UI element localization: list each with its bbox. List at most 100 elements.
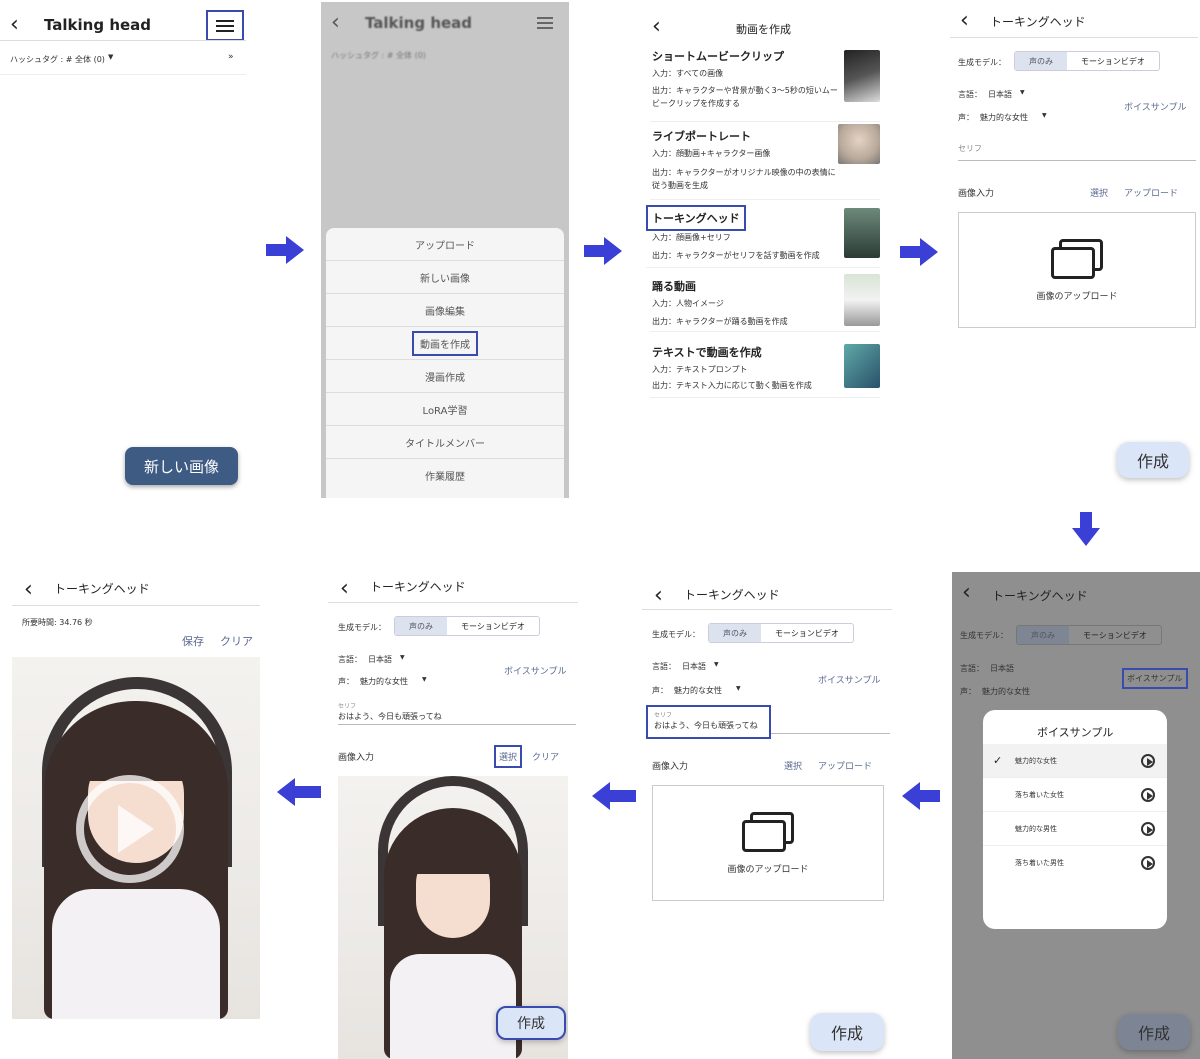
model-segmented-control: 声のみ モーションビデオ <box>1016 625 1162 645</box>
result-video[interactable] <box>12 657 260 1019</box>
menu-item-image-edit[interactable]: 画像編集 <box>326 294 564 327</box>
image-upload-area[interactable]: 画像のアップロード <box>652 785 884 901</box>
item-output: 出力：キャラクターや背景が動く3〜5秒の短いムービークリップを作成する <box>652 86 838 108</box>
voice-sample-link[interactable]: ボイスサンプル <box>818 673 880 686</box>
menu-item-upload[interactable]: アップロード <box>326 228 564 261</box>
screen-image-selected: ‹ トーキングヘッド 生成モデル： 声のみ モーションビデオ 言語： 日本語 ▼… <box>328 570 578 1059</box>
dialog-title: ボイスサンプル <box>1037 726 1114 739</box>
menu-button[interactable] <box>206 10 244 41</box>
hamburger-icon[interactable] <box>537 16 553 29</box>
model-option-voice[interactable]: 声のみ <box>395 617 447 635</box>
play-icon[interactable] <box>76 775 184 883</box>
model-segmented-control[interactable]: 声のみ モーションビデオ <box>708 623 854 643</box>
item-input: 入力：顔動画+キャラクター画像 <box>652 149 771 158</box>
voice-select[interactable]: 魅力的な女性 <box>360 676 408 687</box>
menu-item-history[interactable]: 作業履歴 <box>326 459 564 492</box>
menu-item-lora[interactable]: LoRA学習 <box>326 393 564 426</box>
model-option-motion[interactable]: モーションビデオ <box>761 624 853 642</box>
model-label: 生成モデル： <box>338 623 386 632</box>
divider <box>0 40 246 41</box>
play-icon[interactable] <box>1141 787 1155 802</box>
page-title: Talking head <box>365 14 473 32</box>
serif-field[interactable]: セリフ おはよう、今日も頑張ってね <box>646 705 771 739</box>
model-option-voice[interactable]: 声のみ <box>709 624 761 642</box>
voice-sample-link[interactable]: ボイスサンプル <box>504 664 566 677</box>
list-item[interactable]: ライブポートレート 入力：顔動画+キャラクター画像 出力：キャラクターがオリジナ… <box>650 124 880 200</box>
voice-option[interactable]: ✓ 魅力的な女性 <box>983 744 1167 778</box>
list-item[interactable]: 踊る動画 入力：人物イメージ 出力：キャラクターが踊る動画を作成 <box>650 270 880 332</box>
clear-link[interactable]: クリア <box>220 633 253 649</box>
menu-item-title-member[interactable]: タイトルメンバー <box>326 426 564 459</box>
model-option-motion: モーションビデオ <box>1083 630 1147 640</box>
back-icon[interactable]: ‹ <box>24 577 33 602</box>
back-icon[interactable]: ‹ <box>331 10 340 35</box>
voice-select[interactable]: 魅力的な女性 <box>674 685 722 696</box>
select-link[interactable]: 選択 <box>784 759 802 772</box>
clear-link[interactable]: クリア <box>532 750 559 763</box>
serif-field[interactable]: セリフ <box>958 143 982 154</box>
caret-down-icon: ▼ <box>736 685 741 692</box>
model-segmented-control[interactable]: 声のみ モーションビデオ <box>394 616 540 636</box>
voice-sample-link[interactable]: ボイスサンプル <box>1122 668 1188 689</box>
back-icon[interactable]: ‹ <box>960 8 969 33</box>
create-button[interactable]: 作成 <box>810 1013 884 1051</box>
list-item[interactable]: ショートムービークリップ 入力：すべての画像 出力：キャラクターや背景が動く3〜… <box>650 46 880 122</box>
save-link[interactable]: 保存 <box>182 633 204 649</box>
model-option-motion[interactable]: モーションビデオ <box>447 617 539 635</box>
serif-value[interactable]: おはよう、今日も頑張ってね <box>338 711 442 722</box>
voice-sample-link[interactable]: ボイスサンプル <box>1124 100 1186 113</box>
divider <box>0 74 246 75</box>
back-icon[interactable]: ‹ <box>654 583 663 608</box>
caret-down-icon: ▼ <box>1020 89 1025 96</box>
select-link[interactable]: 選択 <box>1090 186 1108 199</box>
create-button: 作成 <box>1118 1014 1190 1050</box>
voice-option[interactable]: 落ち着いた男性 <box>983 846 1167 880</box>
item-input: 入力：顔画像+セリフ <box>652 233 731 242</box>
expand-icon[interactable]: » <box>228 52 234 62</box>
thumbnail <box>844 274 880 326</box>
list-item-talking-head[interactable]: トーキングヘッド 入力：顔画像+セリフ 出力：キャラクターがセリフを話す動画を作… <box>646 202 880 268</box>
model-option-motion[interactable]: モーションビデオ <box>1067 52 1159 70</box>
menu-item-new-image[interactable]: 新しい画像 <box>326 261 564 294</box>
caret-down-icon: ▼ <box>714 661 719 668</box>
arrow-left-icon <box>592 782 636 810</box>
create-button[interactable]: 作成 <box>1117 442 1189 478</box>
image-upload-area[interactable]: 画像のアップロード <box>958 212 1196 328</box>
voice-option-label: 落ち着いた女性 <box>1015 790 1064 799</box>
language-select[interactable]: 日本語 <box>368 654 392 665</box>
select-link[interactable]: 選択 <box>494 745 523 768</box>
language-select[interactable]: 日本語 <box>988 89 1012 100</box>
back-icon[interactable]: ‹ <box>340 576 349 601</box>
list-item[interactable]: テキストで動画を作成 入力：テキストプロンプト 出力：テキスト入力に応じて動く動… <box>650 334 880 398</box>
play-icon[interactable] <box>1141 821 1155 836</box>
menu-item-create-video[interactable]: 動画を作成 <box>326 327 564 360</box>
item-title: テキストで動画を作成 <box>652 346 762 359</box>
back-icon[interactable]: ‹ <box>652 14 661 39</box>
bangs <box>80 733 192 781</box>
thumbnail <box>844 208 880 258</box>
voice-option[interactable]: 魅力的な男性 <box>983 812 1167 846</box>
upload-link[interactable]: アップロード <box>1124 186 1178 199</box>
caret-down-icon: ▼ <box>422 676 427 683</box>
back-icon[interactable]: ‹ <box>962 580 971 605</box>
play-icon[interactable] <box>1141 753 1155 768</box>
back-icon[interactable]: ‹ <box>10 12 19 37</box>
menu-item-manga[interactable]: 漫画作成 <box>326 360 564 393</box>
language-select[interactable]: 日本語 <box>682 661 706 672</box>
play-icon[interactable] <box>1141 856 1155 870</box>
page-title: トーキングヘッド <box>990 15 1086 29</box>
model-segmented-control[interactable]: 声のみ モーションビデオ <box>1014 51 1160 71</box>
model-option-voice[interactable]: 声のみ <box>1015 52 1067 70</box>
create-button[interactable]: 作成 <box>496 1006 566 1040</box>
voice-option[interactable]: 落ち着いた女性 <box>983 778 1167 812</box>
item-input: 入力：テキストプロンプト <box>652 365 748 374</box>
upload-link[interactable]: アップロード <box>818 759 872 772</box>
divider <box>642 609 892 610</box>
screen-serif-entered: ‹ トーキングヘッド 生成モデル： 声のみ モーションビデオ 言語： 日本語 ▼… <box>642 575 892 1059</box>
hashtag-filter[interactable]: ハッシュタグ : # 全体 (0) <box>10 54 105 65</box>
voice-select[interactable]: 魅力的な女性 <box>980 112 1028 123</box>
divider <box>12 605 260 606</box>
language-label: 言語： <box>958 90 982 99</box>
new-image-button[interactable]: 新しい画像 <box>125 447 238 485</box>
screen-result: ‹ トーキングヘッド 所要時間: 34.76 秒 保存 クリア <box>12 575 262 1020</box>
